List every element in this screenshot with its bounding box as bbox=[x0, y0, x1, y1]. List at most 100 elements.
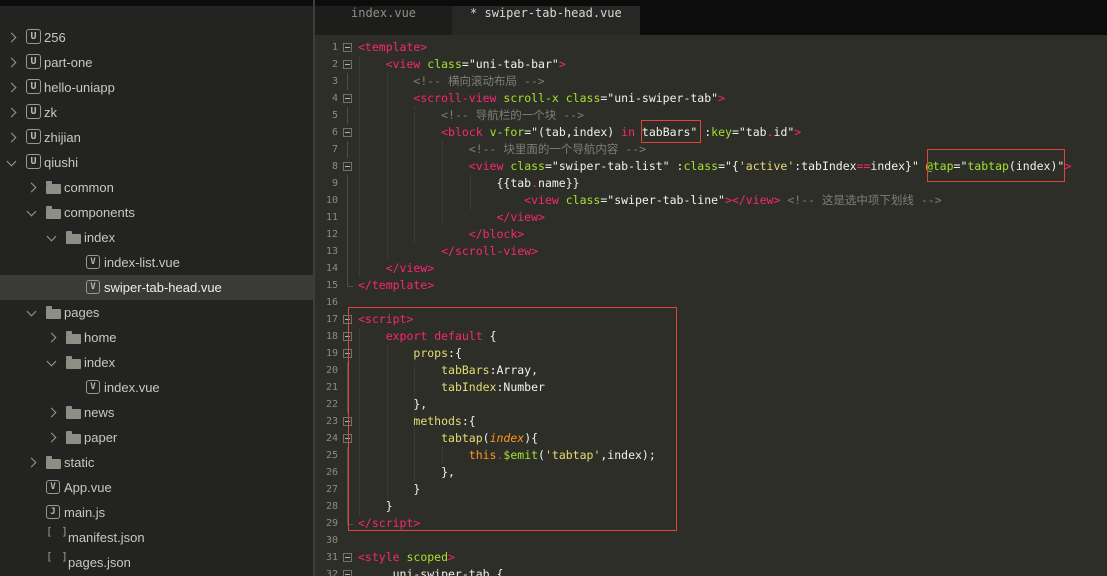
chevron-right-icon[interactable] bbox=[6, 82, 17, 93]
tree-item-swiper-tab-head.vue[interactable]: Vswiper-tab-head.vue bbox=[0, 275, 313, 300]
fold-toggle-icon[interactable] bbox=[338, 566, 358, 576]
code-line[interactable]: 24 tabtap(index){ bbox=[315, 430, 1107, 447]
code-text: <view class="uni-tab-bar"> bbox=[385, 57, 566, 71]
folder-icon bbox=[66, 406, 81, 419]
fold-toggle-icon[interactable] bbox=[338, 158, 358, 175]
code-line[interactable]: 3 <!-- 横向滚动布局 --> bbox=[315, 73, 1107, 90]
code-line[interactable]: 23 methods:{ bbox=[315, 413, 1107, 430]
chevron-right-icon[interactable] bbox=[46, 407, 57, 418]
tab-index.vue[interactable]: index.vue bbox=[315, 6, 453, 35]
chevron-right-icon[interactable] bbox=[26, 457, 37, 468]
tree-item-label: paper bbox=[84, 430, 118, 445]
code-line[interactable]: 31 <style scoped> bbox=[315, 549, 1107, 566]
code-line[interactable]: 22 }, bbox=[315, 396, 1107, 413]
chevron-down-icon[interactable] bbox=[6, 156, 17, 167]
tree-item-index-list.vue[interactable]: Vindex-list.vue bbox=[0, 250, 313, 275]
line-number: 26 bbox=[325, 467, 338, 478]
chevron-right-icon[interactable] bbox=[6, 107, 17, 118]
code-line[interactable]: 20 tabBars:Array, bbox=[315, 362, 1107, 379]
uniapp-project-icon: U bbox=[26, 129, 41, 144]
code-text: tabtap(index){ bbox=[441, 431, 539, 445]
code-line[interactable]: 29 </script> bbox=[315, 515, 1107, 532]
code-line[interactable]: 18 export default { bbox=[315, 328, 1107, 345]
tree-item-part-one[interactable]: Upart-one bbox=[0, 50, 313, 75]
tree-item-home[interactable]: home bbox=[0, 325, 313, 350]
fold-guide bbox=[338, 277, 358, 294]
code-line[interactable]: 11 </view> bbox=[315, 209, 1107, 226]
code-line[interactable]: 27 } bbox=[315, 481, 1107, 498]
chevron-right-icon[interactable] bbox=[46, 332, 57, 343]
tree-item-manifest.json[interactable]: [ ] manifest.json bbox=[0, 525, 313, 550]
code-line[interactable]: 12 </block> bbox=[315, 226, 1107, 243]
line-number: 4 bbox=[331, 93, 338, 104]
fold-toggle-icon[interactable] bbox=[338, 39, 358, 56]
line-number: 21 bbox=[325, 382, 338, 393]
tree-item-static[interactable]: static bbox=[0, 450, 313, 475]
tree-item-zhijian[interactable]: Uzhijian bbox=[0, 125, 313, 150]
tree-item-hello-uniapp[interactable]: Uhello-uniapp bbox=[0, 75, 313, 100]
tree-item-App.vue[interactable]: V App.vue bbox=[0, 475, 313, 500]
tree-item-common[interactable]: common bbox=[0, 175, 313, 200]
code-line[interactable]: 6 <block v-for="(tab,index) in tabBars" … bbox=[315, 124, 1107, 141]
chevron-right-icon[interactable] bbox=[46, 432, 57, 443]
fold-toggle-icon[interactable] bbox=[338, 311, 358, 328]
chevron-right-icon[interactable] bbox=[6, 57, 17, 68]
code-text: } bbox=[358, 482, 421, 496]
fold-toggle-icon[interactable] bbox=[338, 345, 358, 362]
tree-item-components[interactable]: components bbox=[0, 200, 313, 225]
fold-toggle-icon[interactable] bbox=[338, 328, 358, 345]
chevron-right-icon[interactable] bbox=[26, 182, 37, 193]
code-line[interactable]: 21 tabIndex:Number bbox=[315, 379, 1107, 396]
chevron-down-icon[interactable] bbox=[46, 356, 57, 367]
code-line[interactable]: 17 <script> bbox=[315, 311, 1107, 328]
line-number: 20 bbox=[325, 365, 338, 376]
code-line[interactable]: 5 <!-- 导航栏的一个块 --> bbox=[315, 107, 1107, 124]
chevron-down-icon[interactable] bbox=[26, 306, 37, 317]
tree-item-paper[interactable]: paper bbox=[0, 425, 313, 450]
tree-item-256[interactable]: U 256 bbox=[0, 25, 313, 50]
code-line[interactable]: 26 }, bbox=[315, 464, 1107, 481]
code-line[interactable]: 32 .uni-swiper-tab { bbox=[315, 566, 1107, 576]
code-line[interactable]: 13 </scroll-view> bbox=[315, 243, 1107, 260]
line-number: 32 bbox=[325, 569, 338, 576]
code-editor[interactable]: 1 <template> 2 <view class="uni-tab-bar"> 3… bbox=[315, 35, 1107, 576]
code-line[interactable]: 4 <scroll-view scroll-x class="uni-swipe… bbox=[315, 90, 1107, 107]
tree-item-index[interactable]: index bbox=[0, 350, 313, 375]
fold-toggle-icon[interactable] bbox=[338, 90, 358, 107]
tree-item-index[interactable]: index bbox=[0, 225, 313, 250]
tree-item-qiushi[interactable]: Uqiushi bbox=[0, 150, 313, 175]
tree-item-main.js[interactable]: Jmain.js bbox=[0, 500, 313, 525]
line-number: 7 bbox=[331, 144, 338, 155]
code-line[interactable]: 30 bbox=[315, 532, 1107, 549]
fold-toggle-icon[interactable] bbox=[338, 413, 358, 430]
uniapp-project-icon: U bbox=[26, 104, 41, 119]
code-line[interactable]: 1 <template> bbox=[315, 39, 1107, 56]
fold-toggle-icon[interactable] bbox=[338, 124, 358, 141]
code-line[interactable]: 28 } bbox=[315, 498, 1107, 515]
chevron-down-icon[interactable] bbox=[46, 231, 57, 242]
code-line[interactable]: 9 {{tab.name}} bbox=[315, 175, 1107, 192]
code-text: </template> bbox=[358, 278, 435, 292]
tree-item-news[interactable]: news bbox=[0, 400, 313, 425]
chevron-right-icon[interactable] bbox=[6, 32, 17, 43]
tree-item-pages[interactable]: pages bbox=[0, 300, 313, 325]
tree-item-index.vue[interactable]: Vindex.vue bbox=[0, 375, 313, 400]
fold-toggle-icon[interactable] bbox=[338, 430, 358, 447]
tab-swiper-tab-head.vue[interactable]: * swiper-tab-head.vue bbox=[452, 6, 640, 35]
code-line[interactable]: 8 <view class="swiper-tab-list" :class="… bbox=[315, 158, 1107, 175]
code-line[interactable]: 15 </template> bbox=[315, 277, 1107, 294]
fold-guide bbox=[338, 396, 358, 413]
code-line[interactable]: 10 <view class="swiper-tab-line"></view>… bbox=[315, 192, 1107, 209]
code-line[interactable]: 25 this.$emit('tabtap',index); bbox=[315, 447, 1107, 464]
code-line[interactable]: 16 bbox=[315, 294, 1107, 311]
fold-toggle-icon[interactable] bbox=[338, 549, 358, 566]
chevron-right-icon[interactable] bbox=[6, 132, 17, 143]
chevron-down-icon[interactable] bbox=[26, 206, 37, 217]
code-line[interactable]: 14 </view> bbox=[315, 260, 1107, 277]
fold-toggle-icon[interactable] bbox=[338, 56, 358, 73]
code-line[interactable]: 7 <!-- 块里面的一个导航内容 --> bbox=[315, 141, 1107, 158]
tree-item-pages.json[interactable]: [ ] pages.json bbox=[0, 550, 313, 575]
code-line[interactable]: 19 props:{ bbox=[315, 345, 1107, 362]
code-line[interactable]: 2 <view class="uni-tab-bar"> bbox=[315, 56, 1107, 73]
tree-item-zk[interactable]: Uzk bbox=[0, 100, 313, 125]
